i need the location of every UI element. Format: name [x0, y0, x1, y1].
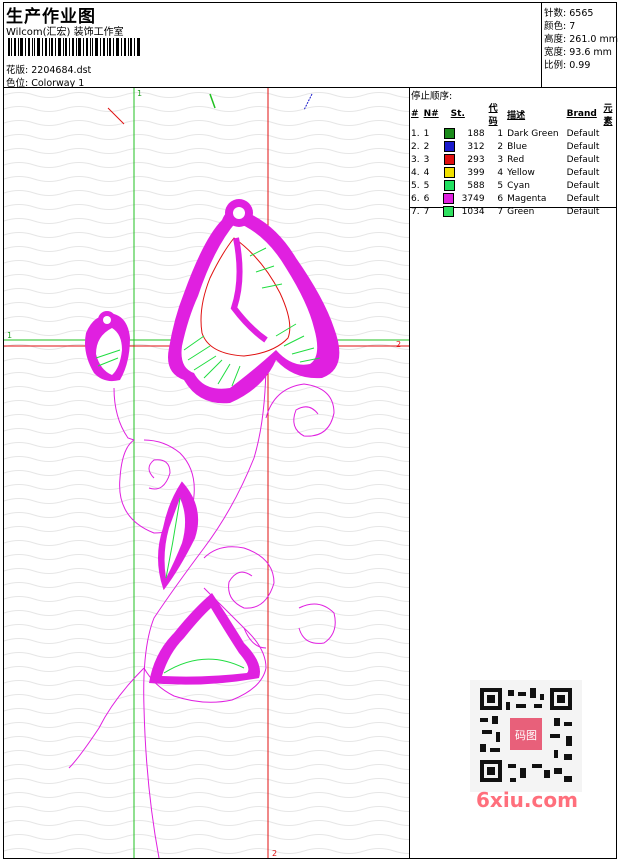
cell-number: 2.	[411, 141, 420, 152]
color-swatch	[443, 128, 455, 139]
cell-number: 4.	[411, 167, 420, 178]
cell-brand: Default	[566, 141, 600, 152]
cell-element	[601, 179, 620, 192]
cell-code: 3	[423, 154, 430, 165]
cell-element	[601, 205, 620, 218]
cell-element	[601, 192, 620, 205]
table-row: 3. 3 293 3 Red Default	[409, 153, 620, 166]
cell-stitches: 588	[441, 179, 487, 192]
cell-code: 6	[423, 193, 430, 204]
stitch-count: 312	[467, 142, 485, 152]
guide-label-v1: 1	[137, 89, 142, 98]
cell-code: 7	[423, 206, 430, 217]
col-hash: #	[411, 109, 419, 119]
qr-code: 码图	[470, 680, 582, 792]
stat-width: 宽度: 93.6 mm	[544, 47, 612, 58]
company-name: Wilcom(汇宏) 装饰工作室	[6, 27, 124, 38]
guide-label-v2: 2	[272, 849, 277, 858]
color-swatch	[442, 193, 454, 204]
cell-brand: Default	[566, 193, 600, 204]
cell-description: Green	[507, 206, 535, 217]
guide-label-h2: 2	[396, 340, 401, 349]
cell-stitches: 293	[441, 153, 487, 166]
cell-brand: Default	[566, 128, 600, 139]
color-swatch	[443, 180, 455, 191]
cell-number: 6.	[411, 193, 420, 204]
stitch-count: 399	[467, 168, 485, 178]
cell-brand: Default	[566, 206, 600, 217]
stat-scale: 比例: 0.99	[544, 60, 591, 71]
cell-code: 4	[423, 167, 430, 178]
table-row: 4. 4 399 4 Yellow Default	[409, 166, 620, 179]
cell-index: 6	[497, 193, 504, 204]
cell-description: Blue	[507, 141, 528, 152]
cell-brand: Default	[566, 167, 600, 178]
table-row: 7. 7 1034 7 Green Default	[409, 205, 620, 218]
cell-index: 4	[497, 167, 504, 178]
color-swatch	[442, 206, 454, 217]
table-row: 1. 1 188 1 Dark Green Default	[409, 127, 620, 140]
qr-center-text: 码图	[515, 729, 537, 742]
cell-stitches: 399	[441, 166, 487, 179]
cell-element	[601, 166, 620, 179]
cell-element	[601, 153, 620, 166]
cell-stitches: 3749	[441, 192, 487, 205]
pattern-line: 花版: 2204684.dst	[6, 62, 91, 76]
guide-label-h1: 1	[7, 331, 12, 340]
col-element: 元素	[603, 104, 613, 127]
color-swatch	[443, 154, 455, 165]
col-code: 代码	[488, 104, 498, 127]
cell-element	[601, 127, 620, 140]
cell-stitches: 1034	[441, 205, 487, 218]
embroidery-design: 1 2 1 2	[4, 88, 409, 858]
barcode	[8, 38, 140, 56]
table-header-row: # N# St. 代码 描述 Brand 元素	[409, 101, 620, 127]
cell-description: Yellow	[507, 167, 535, 178]
color-swatch	[443, 141, 455, 152]
col-desc: 描述	[507, 110, 526, 121]
stop-sequence-table: # N# St. 代码 描述 Brand 元素 1. 1 188 1 Dark Gree…	[409, 101, 620, 218]
fabric-texture	[4, 88, 409, 858]
cell-description: Dark Green	[507, 128, 559, 139]
stat-stitches: 针数: 6565	[544, 8, 594, 19]
cell-description: Cyan	[507, 180, 530, 191]
cell-brand: Default	[566, 180, 600, 191]
col-n: N#	[423, 109, 439, 119]
cell-index: 7	[497, 206, 504, 217]
cell-element	[601, 140, 620, 153]
cell-number: 1.	[411, 128, 420, 139]
stat-height: 高度: 261.0 mm	[544, 34, 618, 45]
stitch-count: 588	[467, 181, 485, 191]
table-row: 2. 2 312 2 Blue Default	[409, 140, 620, 153]
cell-number: 3.	[411, 154, 420, 165]
cell-number: 5.	[411, 180, 420, 191]
table-row: 5. 5 588 5 Cyan Default	[409, 179, 620, 192]
cell-number: 7.	[411, 206, 420, 217]
cell-index: 5	[497, 180, 504, 191]
col-brand: Brand	[566, 109, 597, 119]
cell-index: 3	[497, 154, 504, 165]
colorway-line: 色位: Colorway 1	[6, 75, 84, 89]
stitch-count: 3749	[461, 194, 485, 204]
cell-code: 1	[423, 128, 430, 139]
table-row: 6. 6 3749 6 Magenta Default	[409, 192, 620, 205]
stitch-count: 188	[467, 129, 485, 139]
stat-colors: 颜色: 7	[544, 21, 576, 32]
stitch-count: 293	[467, 155, 485, 165]
cell-description: Magenta	[507, 193, 547, 204]
cell-code: 2	[423, 141, 430, 152]
cell-code: 5	[423, 180, 430, 191]
cell-description: Red	[507, 154, 525, 165]
color-swatch	[443, 167, 455, 178]
cell-stitches: 188	[441, 127, 487, 140]
cell-index: 2	[497, 141, 504, 152]
cell-index: 1	[497, 128, 504, 139]
col-st: St.	[450, 109, 465, 119]
watermark-brand: 6xiu.com	[476, 788, 578, 812]
cell-stitches: 312	[441, 140, 487, 153]
stop-sequence-title: 停止顺序:	[411, 91, 453, 102]
stitch-count: 1034	[461, 207, 485, 217]
cell-brand: Default	[566, 154, 600, 165]
